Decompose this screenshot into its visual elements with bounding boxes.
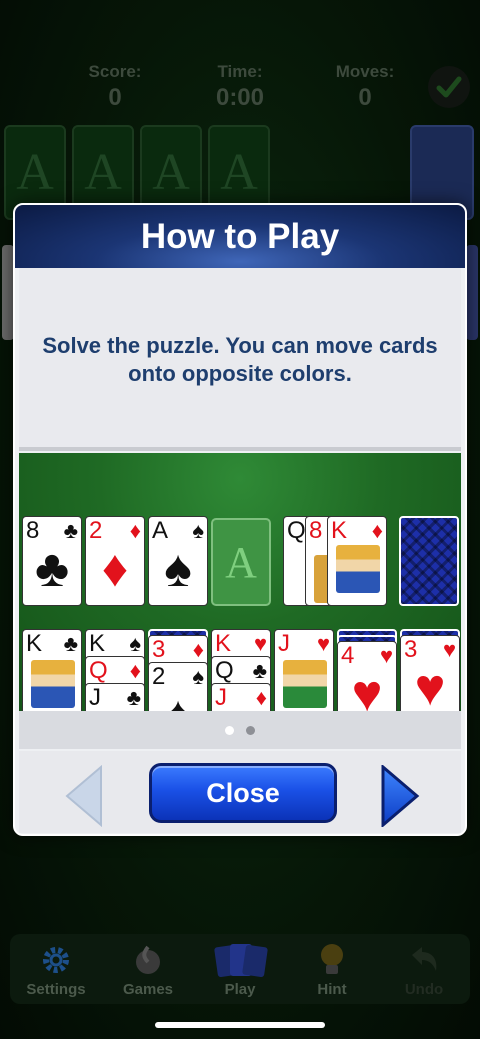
games-icon — [131, 941, 165, 979]
demo-card: A ♠ ♠ — [148, 516, 208, 606]
previous-button[interactable] — [63, 764, 105, 832]
nav-undo[interactable]: Undo — [378, 934, 470, 1004]
dialog-footer: Close — [19, 751, 461, 833]
time-stat: Time: 0:00 — [185, 62, 295, 112]
page-dot-active[interactable] — [225, 725, 234, 735]
demo-foundation-slot: A — [211, 518, 271, 606]
demo-card: 4 ♥ ♥ — [337, 641, 397, 711]
nav-hint[interactable]: Hint — [286, 934, 378, 1004]
demo-card: J ♣ — [85, 683, 145, 711]
face-art — [31, 660, 75, 708]
nav-play[interactable]: Play — [194, 934, 286, 1004]
bottom-nav: Settings Games Play Hint Undo — [10, 934, 470, 1004]
demo-card: K ♣ — [22, 629, 82, 711]
demo-card: 8 ♣ ♣ — [22, 516, 82, 606]
how-to-play-dialog: How to Play Solve the puzzle. You can mo… — [13, 203, 467, 836]
time-value: 0:00 — [215, 84, 265, 111]
arrow-left-icon — [65, 764, 102, 828]
page-indicator — [19, 711, 461, 749]
dialog-header: How to Play — [15, 205, 465, 268]
demo-card: 3 ♥ ♥ — [400, 635, 460, 711]
score-stat: Score: 0 — [60, 62, 170, 112]
page-dot[interactable] — [246, 725, 255, 735]
gear-icon — [39, 941, 73, 979]
nav-games[interactable]: Games — [102, 934, 194, 1004]
checkmark-icon — [436, 76, 462, 98]
demo-card: 2 ♦ ♦ — [85, 516, 145, 606]
face-art — [336, 545, 380, 593]
nav-games-label: Games — [122, 981, 174, 998]
nav-settings[interactable]: Settings — [10, 934, 102, 1004]
nav-play-label: Play — [224, 981, 256, 998]
undo-icon — [406, 941, 442, 979]
demo-card: K ♦ — [327, 516, 387, 606]
demo-board: 8 ♣ ♣ 2 ♦ ♦ A ♠ ♠ A Q 8 K ♦ K ♣ K ♠ Q ♦ … — [19, 453, 461, 711]
dialog-title: How to Play — [140, 216, 340, 256]
demo-card: 2♠ ♠ — [148, 662, 208, 711]
score-label: Score: — [88, 62, 142, 81]
close-button[interactable]: Close — [149, 763, 337, 823]
nav-settings-label: Settings — [26, 981, 86, 998]
instruction-panel: Solve the puzzle. You can move cards ont… — [19, 268, 461, 451]
next-button[interactable] — [379, 763, 421, 832]
score-value: 0 — [108, 84, 122, 111]
nav-undo-label: Undo — [404, 981, 444, 998]
check-button[interactable] — [428, 66, 470, 108]
home-indicator[interactable] — [155, 1022, 325, 1028]
demo-stock-pile — [399, 516, 459, 606]
arrow-right-icon — [381, 763, 420, 829]
demo-card: J ♥ — [274, 629, 334, 711]
moves-label: Moves: — [335, 62, 395, 81]
demo-card: J ♦ — [211, 683, 271, 711]
cards-icon — [212, 941, 268, 979]
nav-hint-label: Hint — [317, 981, 347, 998]
face-art — [283, 660, 327, 708]
moves-value: 0 — [358, 84, 372, 111]
lightbulb-icon — [317, 941, 347, 979]
card-edge — [466, 245, 478, 340]
moves-stat: Moves: 0 — [310, 62, 420, 112]
instruction-text: Solve the puzzle. You can move cards ont… — [42, 332, 438, 386]
time-label: Time: — [217, 62, 263, 81]
